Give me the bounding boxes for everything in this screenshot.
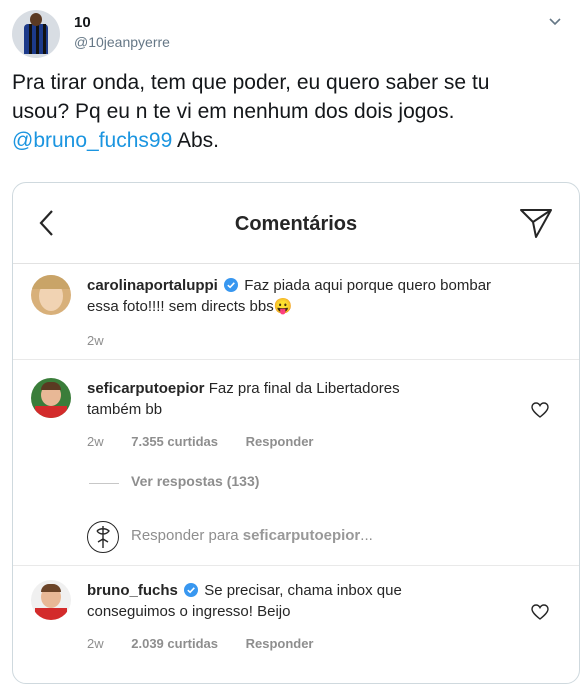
reply-target: seficarputoepior: [242, 527, 361, 544]
tweet-header: 10 @10jeanpyerre: [12, 10, 568, 62]
comments-header: Comentários: [13, 183, 579, 264]
tweet-text-line: usou? Pq eu n te vi em nenhum dos dois j…: [12, 100, 455, 123]
view-replies-button[interactable]: Ver respostas (133): [131, 473, 259, 489]
comment-username[interactable]: bruno_fuchs: [87, 582, 178, 599]
comment-text: Faz pra final da Libertadores: [208, 380, 400, 397]
tweet-text-line: @bruno_fuchs99 Abs.: [12, 126, 568, 155]
comment-text: essa foto!!!! sem directs bbs😛: [87, 298, 293, 315]
comment-meta: 2w: [87, 333, 128, 348]
page-title: Comentários: [234, 213, 358, 235]
reply-suffix: ...: [360, 527, 373, 544]
avatar: [87, 521, 119, 553]
verified-icon: [224, 278, 239, 292]
comment-text: Faz piada aqui porque quero bombar: [244, 277, 492, 294]
comment-body: seficarputoepior Faz pra final da Libert…: [87, 378, 547, 420]
comment-text: também bb: [87, 401, 163, 418]
handle[interactable]: @10jeanpyerre: [74, 34, 170, 50]
tweet-text-end: Abs.: [172, 129, 219, 152]
avatar[interactable]: [31, 275, 71, 315]
avatar[interactable]: [31, 580, 71, 620]
verified-icon: [184, 583, 199, 597]
comment-text: Se precisar, chama inbox que: [204, 582, 402, 599]
avatar[interactable]: [31, 378, 71, 418]
comment: seficarputoepior Faz pra final da Libert…: [13, 360, 579, 470]
likes-count[interactable]: 2.039 curtidas: [131, 636, 218, 651]
signature-icon: [96, 526, 110, 548]
comment-username[interactable]: seficarputoepior: [87, 380, 205, 397]
tweet-text-line: Pra tirar onda, tem que poder, eu quero …: [12, 71, 490, 94]
divider: [89, 483, 119, 484]
comment-meta: 2w 7.355 curtidas Responder: [87, 434, 338, 449]
likes-count[interactable]: 7.355 curtidas: [131, 434, 218, 449]
comment-time: 2w: [87, 636, 104, 651]
reply-prefix: Responder para: [131, 527, 243, 544]
comment-body: bruno_fuchs Se precisar, chama inbox que…: [87, 580, 547, 622]
tweet-text: Pra tirar onda, tem que poder, eu quero …: [12, 68, 568, 155]
comment: carolinaportaluppi Faz piada aqui porque…: [13, 263, 579, 359]
heart-icon[interactable]: [531, 402, 549, 418]
heart-icon[interactable]: [531, 604, 549, 620]
comment-body: carolinaportaluppi Faz piada aqui porque…: [87, 275, 547, 317]
reply-button[interactable]: Responder: [246, 636, 314, 651]
comment-time: 2w: [87, 434, 104, 449]
comment-username[interactable]: carolinaportaluppi: [87, 277, 218, 294]
avatar[interactable]: [12, 10, 60, 58]
send-icon[interactable]: [519, 207, 553, 239]
comment-text: conseguimos o ingresso! Beijo: [87, 603, 291, 620]
image-card[interactable]: Comentários carolinaportaluppi Faz piada…: [12, 182, 580, 684]
comment-time: 2w: [87, 333, 104, 348]
comment-meta: 2w 2.039 curtidas Responder: [87, 636, 338, 651]
display-name[interactable]: 10: [74, 14, 91, 31]
chevron-down-icon[interactable]: [546, 12, 564, 30]
mention-link[interactable]: @bruno_fuchs99: [12, 129, 172, 152]
reply-bar[interactable]: Responder para seficarputoepior...: [13, 513, 579, 563]
comment: bruno_fuchs Se precisar, chama inbox que…: [13, 566, 579, 676]
reply-button[interactable]: Responder: [246, 434, 314, 449]
reply-input[interactable]: Responder para seficarputoepior...: [131, 527, 373, 544]
